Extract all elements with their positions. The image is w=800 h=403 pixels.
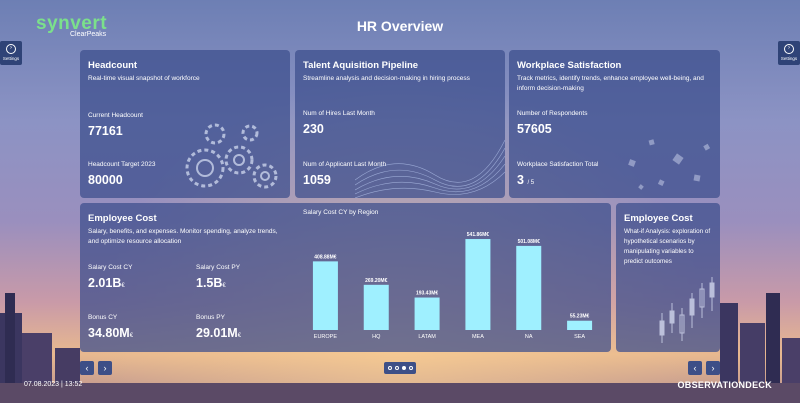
bonus-py-unit: €: [237, 333, 242, 339]
bar-hq[interactable]: [363, 284, 389, 330]
salary-py-kpi: Salary Cost PY 1.5B€: [196, 264, 240, 290]
prev-page-button-right[interactable]: ‹: [688, 361, 702, 375]
bonus-py-number: 29.01M: [196, 326, 238, 340]
headcount-target-value: 80000: [88, 173, 123, 187]
bonus-cy-kpi: Bonus CY 34.80M€: [88, 314, 133, 340]
category-tick-label: MEA: [472, 334, 484, 340]
floating-cubes-illustration: [628, 139, 711, 190]
bonus-cy-value: 34.80M€: [88, 326, 133, 340]
category-tick-label: SEA: [574, 334, 585, 340]
chart-title: Salary Cost CY by Region: [303, 209, 379, 216]
bar-value-label: 269.20M€: [365, 278, 387, 284]
next-page-button[interactable]: ›: [98, 361, 112, 375]
bar-value-label: 193.43M€: [416, 291, 438, 297]
talent-title: Talent Aquisition Pipeline: [303, 60, 419, 71]
settings-button-right[interactable]: › Settings: [778, 41, 800, 65]
gears-illustration: [185, 123, 278, 189]
bonus-cy-number: 34.80M: [88, 326, 130, 340]
workplace-satisfaction-card[interactable]: Workplace Satisfaction Track metrics, id…: [509, 50, 720, 198]
respondents-label: Number of Respondents: [517, 110, 588, 117]
applicants-label: Num of Applicant Last Month: [303, 161, 387, 168]
satisfaction-total-label: Workplace Satisfaction Total: [517, 161, 599, 168]
salary-cy-label: Salary Cost CY: [88, 264, 133, 271]
bar-na[interactable]: [516, 245, 542, 330]
salary-cost-by-region-chart[interactable]: 408.88M€ EUROPE 269.20M€ HQ 193.43M€ LATAM 541…: [300, 222, 605, 344]
page-dot-2[interactable]: [394, 366, 399, 370]
salary-cy-kpi: Salary Cost CY 2.01B€: [88, 264, 132, 290]
bar-value-label: 501.08M€: [518, 239, 540, 245]
bar-mea[interactable]: [465, 239, 491, 330]
bonus-cy-label: Bonus CY: [88, 314, 118, 321]
cost-desc: Salary, benefits, and expenses. Monitor …: [88, 228, 278, 245]
hires-label: Num of Hires Last Month: [303, 110, 375, 117]
talent-desc: Streamline analysis and decision-making …: [303, 75, 470, 82]
respondents-kpi: Number of Respondents 57605: [517, 110, 587, 136]
bar-value-label: 541.86M€: [467, 232, 489, 238]
salary-py-label: Salary Cost PY: [196, 264, 241, 271]
settings-icon: ›: [6, 44, 16, 54]
candlestick-illustration: [659, 277, 715, 343]
settings-label: Settings: [780, 56, 798, 61]
bonus-cy-unit: €: [129, 333, 134, 339]
bar-value-label: 55.23M€: [570, 314, 590, 320]
page-dot-1[interactable]: [387, 366, 392, 370]
headcount-desc: Real-time visual snapshot of workforce: [88, 75, 200, 82]
applicants-value: 1059: [303, 173, 331, 187]
page-indicator[interactable]: [384, 362, 416, 374]
settings-icon: ›: [784, 44, 794, 54]
headcount-target-kpi: Headcount Target 2023 80000: [88, 161, 155, 187]
salary-py-number: 1.5B: [196, 276, 223, 290]
satisfaction-total-kpi: Workplace Satisfaction Total 3 / 5: [517, 161, 598, 187]
current-headcount-kpi: Current Headcount 77161: [88, 112, 143, 138]
prev-page-button[interactable]: ‹: [80, 361, 94, 375]
satisfaction-title: Workplace Satisfaction: [517, 60, 622, 71]
satisfaction-total-number: 3: [517, 173, 524, 187]
employee-cost-whatif-card[interactable]: Employee Cost What-if Analysis: explorat…: [616, 203, 720, 352]
talent-acquisition-card[interactable]: Talent Aquisition Pipeline Streamline an…: [295, 50, 505, 198]
bonus-py-label: Bonus PY: [196, 314, 225, 321]
settings-label: Settings: [2, 56, 20, 61]
whatif-desc: What-if Analysis: exploration of hypothe…: [624, 228, 711, 265]
current-headcount-label: Current Headcount: [88, 112, 143, 119]
category-tick-label: EUROPE: [314, 334, 338, 340]
category-tick-label: NA: [525, 334, 533, 340]
respondents-value: 57605: [517, 122, 552, 136]
satisfaction-desc: Track metrics, identify trends, enhance …: [517, 75, 704, 92]
next-page-button-right[interactable]: ›: [706, 361, 720, 375]
observationdeck-brand: OBSERVATIONDECK: [677, 380, 772, 390]
settings-button-left[interactable]: › Settings: [0, 41, 22, 65]
bar-europe[interactable]: [312, 261, 338, 330]
salary-cy-value: 2.01B€: [88, 276, 132, 290]
hires-value: 230: [303, 122, 324, 136]
category-tick-label: HQ: [372, 334, 381, 340]
current-headcount-value: 77161: [88, 124, 123, 138]
hires-kpi: Num of Hires Last Month 230: [303, 110, 375, 136]
applicants-kpi: Num of Applicant Last Month 1059: [303, 161, 386, 187]
salary-py-value: 1.5B€: [196, 276, 240, 290]
salary-cy-unit: €: [121, 283, 125, 289]
bonus-py-value: 29.01M€: [196, 326, 241, 340]
whatif-title: Employee Cost: [624, 213, 693, 224]
page-dot-3-active[interactable]: [401, 366, 406, 370]
bar-sea[interactable]: [567, 320, 593, 330]
satisfaction-total-suffix: / 5: [527, 180, 535, 186]
bonus-py-kpi: Bonus PY 29.01M€: [196, 314, 241, 340]
bar-value-label: 408.88M€: [314, 254, 336, 260]
salary-cy-number: 2.01B: [88, 276, 122, 290]
satisfaction-total-value: 3 / 5: [517, 173, 598, 187]
category-tick-label: LATAM: [418, 334, 436, 340]
bar-latam[interactable]: [414, 297, 440, 330]
timestamp: 07.08.2023 | 13:52: [24, 381, 83, 388]
headcount-target-label: Headcount Target 2023: [88, 161, 156, 168]
headcount-card[interactable]: Headcount Real-time visual snapshot of w…: [80, 50, 290, 198]
salary-py-unit: €: [222, 283, 226, 289]
page-dot-4[interactable]: [408, 366, 413, 370]
headcount-title: Headcount: [88, 60, 138, 71]
page-title: HR Overview: [356, 18, 444, 34]
